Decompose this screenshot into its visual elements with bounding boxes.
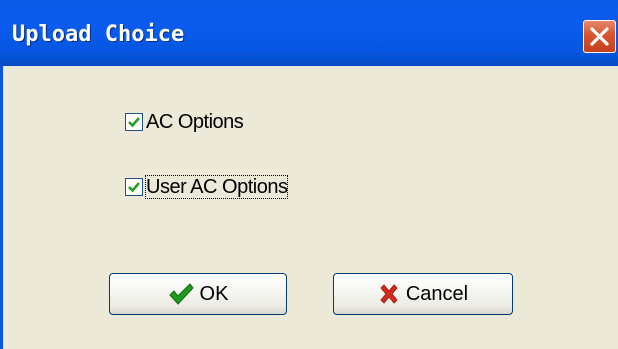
ac-options-label: AC Options: [146, 111, 244, 133]
user-ac-options-label: User AC Options: [144, 175, 289, 199]
red-x-icon: [380, 284, 398, 304]
upload-choice-dialog: Upload Choice AC Options User AC Options…: [0, 0, 618, 349]
close-icon: [590, 27, 609, 46]
option-user-ac-options[interactable]: User AC Options: [125, 175, 289, 199]
title-bar[interactable]: Upload Choice: [0, 0, 618, 66]
checkmark-icon: [128, 117, 140, 128]
user-ac-options-checkbox[interactable]: [125, 178, 143, 196]
ac-options-checkbox[interactable]: [125, 113, 143, 131]
dialog-body: AC Options User AC Options OK Cancel: [0, 66, 618, 349]
ok-button-label: OK: [199, 282, 229, 305]
close-button[interactable]: [583, 20, 616, 53]
option-ac-options[interactable]: AC Options: [125, 110, 244, 134]
ok-button[interactable]: OK: [109, 273, 287, 315]
checkmark-icon: [128, 182, 140, 193]
cancel-button-label: Cancel: [405, 282, 469, 305]
dialog-title: Upload Choice: [12, 22, 185, 47]
green-checkmark-icon: [168, 283, 194, 305]
cancel-button[interactable]: Cancel: [333, 273, 513, 315]
